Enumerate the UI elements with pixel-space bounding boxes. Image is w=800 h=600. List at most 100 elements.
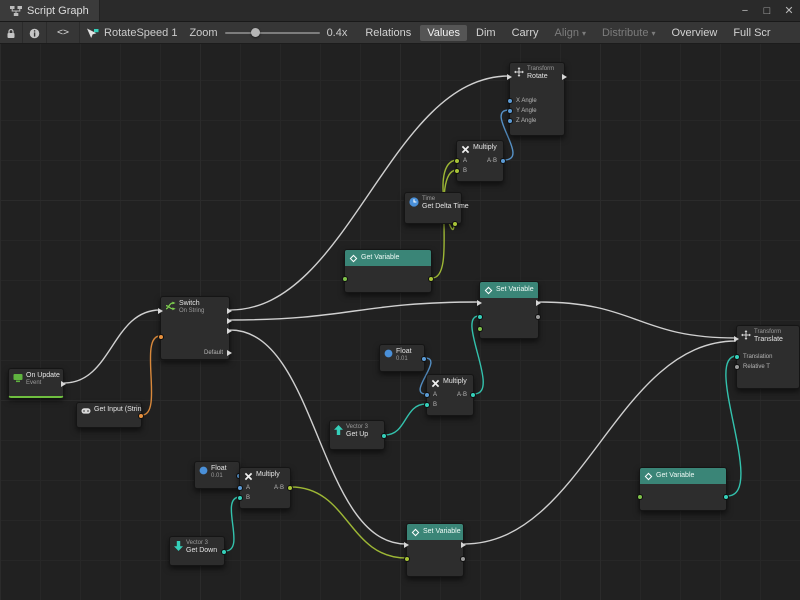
arrow-up-icon [334, 425, 343, 435]
graph-pointer-icon [86, 28, 99, 39]
node-title: Get Variable [361, 254, 399, 262]
flow-port[interactable] [461, 542, 466, 548]
zoom-slider[interactable] [225, 28, 320, 38]
info-button[interactable] [23, 22, 47, 44]
node-get-variable-2[interactable]: Get Variable [639, 467, 727, 511]
flow-port[interactable] [734, 336, 739, 342]
toolbar-button-distribute[interactable]: Distribute▾ [595, 25, 662, 41]
node-get-variable-1[interactable]: Get Variable [344, 249, 432, 293]
value-port[interactable] [460, 556, 466, 562]
toolbar-button-overview[interactable]: Overview [664, 25, 724, 41]
value-port[interactable] [452, 221, 458, 227]
node-title: On UpdateEvent [26, 372, 60, 387]
value-port[interactable] [342, 276, 348, 282]
value-port[interactable] [287, 485, 293, 491]
node-get-delta-time[interactable]: TimeGet Delta Time [404, 192, 462, 224]
value-port[interactable] [237, 495, 243, 501]
flow-port[interactable] [477, 300, 482, 306]
value-port[interactable] [477, 314, 483, 320]
wire-getup-to-multiply2[interactable] [385, 404, 426, 435]
port-label: A [463, 158, 467, 165]
tab-script-graph[interactable]: Script Graph [0, 0, 100, 21]
flow-port[interactable] [536, 300, 541, 306]
flow-port[interactable] [404, 542, 409, 548]
wire-getdown-to-multiply3[interactable] [225, 497, 239, 551]
node-set-variable-1[interactable]: Set Variable [479, 281, 539, 339]
flow-port[interactable] [562, 74, 567, 80]
close-button[interactable]: ✕ [778, 0, 800, 22]
wire-switch-to-setvar1[interactable] [230, 302, 479, 320]
flow-port[interactable] [507, 74, 512, 80]
node-vector3-get-down[interactable]: Vector 3Get Down [169, 536, 225, 566]
value-port[interactable] [454, 158, 460, 164]
code-icon: <> [57, 27, 69, 38]
toolbar-button-align[interactable]: Align▾ [548, 25, 593, 41]
node-set-variable-2[interactable]: Set Variable [406, 523, 464, 577]
wire-update-to-switch[interactable] [64, 310, 160, 383]
node-multiply-1[interactable]: MultiplyABA·B [456, 140, 504, 182]
value-port[interactable] [535, 314, 541, 320]
flow-port[interactable] [227, 350, 232, 356]
graph-breadcrumb[interactable]: RotateSpeed 1 [80, 22, 183, 44]
node-multiply-3[interactable]: MultiplyABA·B [239, 467, 291, 509]
maximize-button[interactable]: □ [756, 0, 778, 22]
value-port[interactable] [734, 364, 740, 370]
flow-port[interactable] [61, 381, 66, 387]
value-port[interactable] [470, 392, 476, 398]
node-switch-on-string[interactable]: SwitchOn StringDefault [160, 296, 230, 360]
node-on-update[interactable]: On UpdateEvent [8, 368, 64, 398]
node-translate[interactable]: TransformTranslateTranslationRelative T [736, 325, 800, 389]
value-port[interactable] [158, 334, 164, 340]
value-port[interactable] [454, 168, 460, 174]
port-label: B [246, 495, 250, 502]
wire-input-to-switch[interactable] [142, 336, 160, 415]
toolbar-button-values[interactable]: Values [420, 25, 467, 41]
value-port[interactable] [421, 356, 427, 362]
node-title: Float0.01 [211, 465, 227, 480]
value-port[interactable] [404, 556, 410, 562]
value-port[interactable] [221, 549, 227, 555]
zoom-slider-knob[interactable] [251, 28, 260, 37]
lock-toggle[interactable] [0, 22, 23, 44]
value-port[interactable] [507, 98, 513, 104]
toolbar-button-full-scr[interactable]: Full Scr [726, 25, 777, 41]
value-port[interactable] [138, 413, 144, 419]
value-port[interactable] [734, 354, 740, 360]
wire-setvar2-to-translate[interactable] [464, 341, 736, 544]
flow-port[interactable] [227, 328, 232, 334]
toolbar-button-carry[interactable]: Carry [505, 25, 546, 41]
value-port[interactable] [507, 118, 513, 124]
value-port[interactable] [477, 326, 483, 332]
minimize-button[interactable]: − [734, 0, 756, 22]
graph-canvas[interactable]: On UpdateEvent Get Input (Strin SwitchOn S… [0, 0, 800, 600]
value-port[interactable] [723, 494, 729, 500]
value-port[interactable] [507, 108, 513, 114]
value-port[interactable] [637, 494, 643, 500]
node-float-1[interactable]: Float0.01 [379, 344, 425, 372]
value-port[interactable] [428, 276, 434, 282]
script-graph-window: On UpdateEvent Get Input (Strin SwitchOn S… [0, 0, 800, 600]
toolbar-button-relations[interactable]: Relations [358, 25, 418, 41]
flow-port[interactable] [227, 308, 232, 314]
value-port[interactable] [237, 485, 243, 491]
node-vector3-get-up[interactable]: Vector 3Get Up [329, 420, 385, 450]
value-port[interactable] [381, 433, 387, 439]
tab-title: Script Graph [27, 5, 89, 17]
flow-port[interactable] [227, 318, 232, 324]
value-port[interactable] [424, 402, 430, 408]
node-float-2[interactable]: Float0.01 [194, 461, 240, 489]
node-title: Vector 3Get Down [186, 540, 217, 555]
edit-source-button[interactable]: <> [47, 22, 80, 44]
node-multiply-2[interactable]: MultiplyABA·B [426, 374, 474, 416]
wire-setvar1-to-translate[interactable] [539, 302, 736, 338]
flow-port[interactable] [158, 308, 163, 314]
wire-multiply3-to-setvar2[interactable] [291, 487, 406, 558]
node-title: Multiply [473, 144, 497, 152]
toolbar-button-dim[interactable]: Dim [469, 25, 503, 41]
value-port[interactable] [500, 158, 506, 164]
node-get-input[interactable]: Get Input (Strin [76, 402, 142, 428]
value-port[interactable] [424, 392, 430, 398]
port-label: B [433, 402, 437, 409]
transform-icon [741, 330, 751, 340]
node-rotate[interactable]: TransformRotateX AngleY AngleZ Angle [509, 62, 565, 136]
